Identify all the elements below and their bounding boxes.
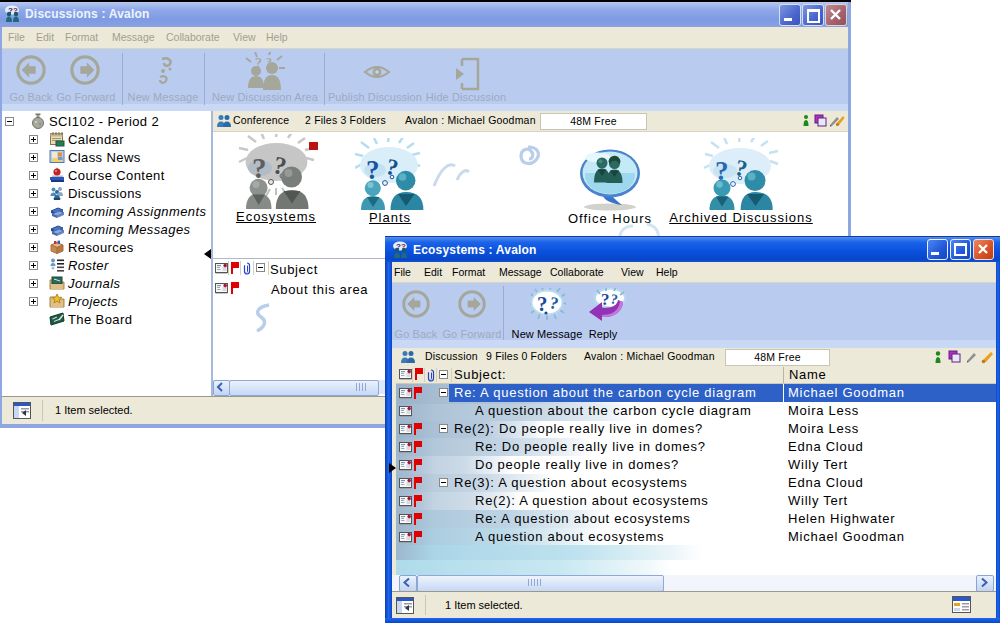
svg-text:?: ? bbox=[601, 290, 610, 309]
